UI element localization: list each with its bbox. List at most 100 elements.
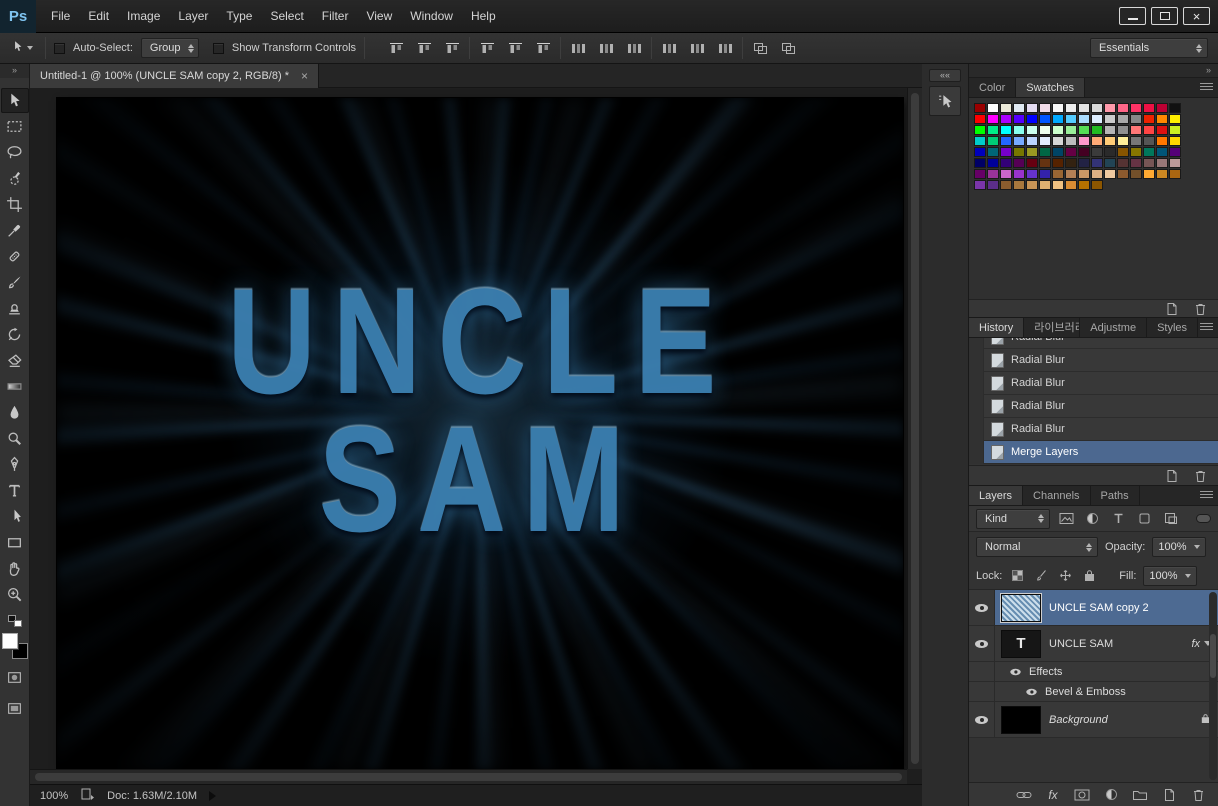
color-swatch[interactable] [1065,114,1077,124]
auto-select-target-dropdown[interactable]: Group [140,38,199,58]
color-swatch[interactable] [987,114,999,124]
color-swatch[interactable] [1039,136,1051,146]
delete-swatch-icon[interactable] [1190,300,1210,318]
tab-swatches[interactable]: Swatches [1016,78,1085,97]
color-swatch[interactable] [1078,147,1090,157]
effects-visibility-toggle[interactable] [1010,668,1021,675]
bevel-emboss-row[interactable]: Bevel & Emboss [969,682,1218,702]
color-swatch[interactable] [1052,158,1064,168]
color-swatch[interactable] [1039,147,1051,157]
color-swatch[interactable] [1039,103,1051,113]
color-swatch[interactable] [1052,114,1064,124]
panel-menu-icon[interactable] [1200,83,1213,92]
menu-item-edit[interactable]: Edit [79,0,118,33]
color-swatch[interactable] [1065,158,1077,168]
layer-thumbnail[interactable] [1001,593,1041,622]
path-selection-tool[interactable] [1,504,29,529]
new-swatch-icon[interactable] [1162,300,1182,318]
color-swatch[interactable] [1143,147,1155,157]
foreground-background-swatch[interactable] [1,633,28,659]
color-swatch[interactable] [987,103,999,113]
color-swatch[interactable] [974,103,986,113]
color-swatch[interactable] [1052,169,1064,179]
color-swatch[interactable] [1078,180,1090,190]
type-tool[interactable] [1,478,29,503]
color-swatch[interactable] [1065,147,1077,157]
show-transform-checkbox[interactable] [212,42,224,54]
color-swatch[interactable] [1091,103,1103,113]
clone-stamp-tool[interactable] [1,296,29,321]
collapse-dock-button[interactable]: «« [929,69,961,82]
color-swatch[interactable] [1052,136,1064,146]
color-swatch[interactable] [1104,125,1116,135]
lock-image-pixels-icon[interactable] [1033,568,1050,584]
document-canvas[interactable]: UNCLE SAM [57,98,903,769]
color-swatch[interactable] [1156,158,1168,168]
color-swatch[interactable] [1039,158,1051,168]
new-group-icon[interactable] [1130,786,1150,804]
layer-row-background[interactable]: Background [969,702,1218,738]
rectangular-marquee-tool[interactable] [1,114,29,139]
tab-color[interactable]: Color [969,78,1017,97]
color-swatch[interactable] [1000,136,1012,146]
color-swatch[interactable] [1013,136,1025,146]
color-swatch[interactable] [1000,103,1012,113]
color-swatch[interactable] [1143,114,1155,124]
color-swatch[interactable] [1078,169,1090,179]
color-swatch[interactable] [1169,103,1181,113]
history-brush-source-box[interactable] [969,394,984,418]
color-swatch[interactable] [1091,169,1103,179]
color-swatch[interactable] [1039,114,1051,124]
blend-mode-dropdown[interactable]: Normal [976,537,1098,557]
color-swatch[interactable] [1091,158,1103,168]
lock-position-icon[interactable] [1057,568,1074,584]
color-swatch[interactable] [1065,103,1077,113]
new-document-from-state-icon[interactable] [1162,467,1182,485]
color-swatch[interactable] [1078,125,1090,135]
menu-item-image[interactable]: Image [118,0,169,33]
color-swatch[interactable] [1143,169,1155,179]
dodge-tool[interactable] [1,426,29,451]
color-swatch[interactable] [1143,103,1155,113]
color-swatch[interactable] [1065,169,1077,179]
lasso-tool[interactable] [1,140,29,165]
menu-item-help[interactable]: Help [462,0,505,33]
history-item[interactable]: Radial Blur [969,338,1218,349]
vertical-scrollbar[interactable] [907,88,922,769]
tab-adjustments[interactable]: Adjustme [1080,318,1148,337]
zoom-tool[interactable] [1,582,29,607]
color-swatch[interactable] [1169,158,1181,168]
color-swatch[interactable] [987,136,999,146]
color-swatch[interactable] [1052,147,1064,157]
history-brush-source-box[interactable] [969,348,984,372]
visibility-toggle[interactable] [969,590,995,625]
color-swatch[interactable] [974,169,986,179]
color-swatch[interactable] [1091,180,1103,190]
color-swatch[interactable] [1013,103,1025,113]
collapse-to-icons-button[interactable]: » [969,64,1218,78]
delete-state-icon[interactable] [1190,467,1210,485]
menu-item-select[interactable]: Select [261,0,312,33]
auto-select-checkbox[interactable] [54,42,65,54]
color-swatch[interactable] [1143,158,1155,168]
panel-menu-icon[interactable] [1200,323,1213,332]
color-swatch[interactable] [1117,136,1129,146]
add-layer-mask-icon[interactable] [1072,786,1092,804]
color-swatch[interactable] [1130,103,1142,113]
crop-tool[interactable] [1,192,29,217]
color-swatch[interactable] [1039,125,1051,135]
color-swatch[interactable] [1156,136,1168,146]
color-swatch[interactable] [1130,125,1142,135]
tab-channels[interactable]: Channels [1023,486,1091,505]
lock-all-icon[interactable] [1081,568,1098,584]
color-swatch[interactable] [987,180,999,190]
blur-tool[interactable] [1,400,29,425]
tab-libraries[interactable]: 라이브러리 [1024,318,1081,337]
color-swatch[interactable] [1169,136,1181,146]
hand-tool[interactable] [1,556,29,581]
effects-row[interactable]: Effects [969,662,1218,682]
close-button[interactable]: × [1183,7,1210,25]
distribute-horizontal-centers-icon[interactable] [686,38,708,58]
visibility-toggle[interactable] [969,626,995,661]
color-swatch[interactable] [1130,158,1142,168]
